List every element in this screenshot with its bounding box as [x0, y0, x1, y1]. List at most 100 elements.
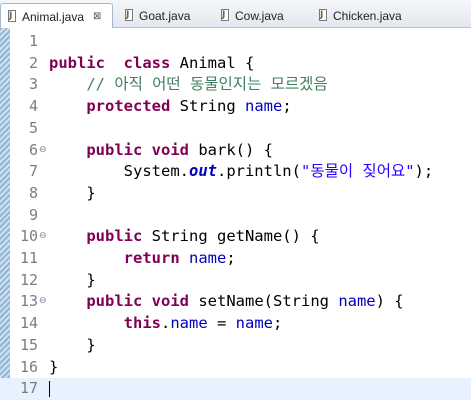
code-editor[interactable]: 1 2 public class Animal {3 // 아직 어떤 동물인지는 … [0, 28, 471, 409]
code-line[interactable]: 6 ⊖ public void bark() { [0, 140, 471, 162]
close-icon[interactable]: ⊠ [93, 11, 101, 22]
code-text: public class Animal { [49, 53, 254, 75]
code-token: name [244, 97, 283, 116]
line-number: 8 [28, 183, 38, 202]
code-text: public String getName() { [49, 226, 320, 248]
code-line[interactable]: 7 System.out.println("동물이 짖어요"); [0, 161, 471, 183]
code-line[interactable]: 16} [0, 357, 471, 379]
code-token: return [123, 249, 180, 267]
code-token: out [188, 162, 217, 181]
code-line[interactable]: 9 [0, 205, 471, 227]
code-token: String getName() { [142, 227, 320, 246]
code-text: } [49, 270, 96, 292]
code-line[interactable]: 1 [0, 31, 471, 53]
line-number: 1 [28, 32, 38, 50]
editor-tab-bar: J Animal.java ⊠ J Goat.java J Cow.java J… [0, 0, 471, 29]
code-token: . [160, 314, 171, 333]
fold-collapse-icon[interactable]: ⊖ [39, 291, 47, 313]
line-number: 16 [19, 357, 38, 376]
code-token: class [123, 53, 171, 72]
code-token: name [338, 292, 376, 311]
code-line[interactable]: 3 // 아직 어떤 동물인지는 모르겠음 [0, 74, 471, 96]
tab-label: Cow.java [235, 8, 284, 23]
code-token: ) { [375, 292, 404, 311]
code-token: setName(String [189, 292, 339, 311]
code-token: = [207, 314, 236, 333]
line-number: 2 [28, 53, 38, 72]
code-line[interactable]: 14 this.name = name; [0, 313, 471, 335]
line-number: 5 [28, 118, 38, 137]
code-token: } [49, 357, 59, 376]
code-token: public [49, 53, 105, 72]
line-number: 13 [19, 292, 38, 311]
line-number: 15 [19, 335, 38, 354]
text-caret [49, 381, 50, 398]
code-token: "동물이 짖어요" [300, 162, 415, 181]
code-token: name [235, 314, 273, 333]
line-number: 4 [28, 97, 38, 116]
code-token: ; [282, 97, 292, 116]
code-text: // 아직 어떤 동물인지는 모르겠음 [49, 74, 328, 96]
code-line[interactable]: 15 } [0, 335, 471, 357]
code-token: public [86, 140, 143, 159]
code-token: public [86, 292, 143, 311]
fold-collapse-icon[interactable]: ⊖ [39, 140, 47, 162]
code-token: // 아직 어떤 동물인지는 모르겠음 [86, 75, 328, 94]
code-token: String [170, 97, 245, 116]
code-token: name [189, 249, 227, 267]
line-number: 3 [28, 75, 38, 94]
code-token: name [170, 314, 208, 333]
code-token: } [49, 183, 96, 202]
code-line[interactable]: 17 [0, 378, 471, 400]
tab-animal-java[interactable]: J Animal.java ⊠ [0, 3, 113, 29]
line-number: 12 [19, 270, 38, 289]
line-number: 7 [28, 162, 38, 181]
code-line[interactable]: 5 [0, 118, 471, 140]
tab-chicken-java[interactable]: J Chicken.java [312, 3, 417, 28]
code-text: this.name = name; [49, 313, 283, 335]
java-file-icon: J [220, 9, 231, 22]
tab-label: Goat.java [139, 8, 191, 23]
tab-goat-java[interactable]: J Goat.java [118, 3, 210, 28]
code-line[interactable]: 11 return name; [0, 248, 471, 270]
code-token: this [123, 314, 161, 333]
tab-label: Animal.java [22, 9, 85, 24]
code-text: System.out.println("동물이 짖어요"); [49, 161, 434, 183]
line-number: 11 [19, 249, 38, 267]
code-line[interactable]: 12 } [0, 270, 471, 292]
java-file-icon: J [7, 10, 18, 23]
code-token: ; [272, 314, 283, 333]
line-number: 10 [19, 227, 38, 246]
code-text: } [49, 357, 58, 379]
code-text: protected String name; [49, 96, 292, 118]
code-line[interactable]: 4 protected String name; [0, 96, 471, 118]
tab-cow-java[interactable]: J Cow.java [214, 3, 306, 28]
code-text: return name; [49, 248, 236, 270]
code-token: System. [49, 162, 189, 181]
code-token: ; [226, 249, 236, 267]
code-token: } [49, 270, 96, 289]
fold-collapse-icon[interactable]: ⊖ [39, 226, 47, 248]
code-line[interactable]: 13 ⊖ public void setName(String name) { [0, 291, 471, 313]
code-line[interactable]: 2 public class Animal { [0, 53, 471, 75]
code-token: Animal { [170, 53, 255, 72]
code-token: .println( [216, 162, 301, 181]
code-token: protected [86, 97, 171, 116]
code-text: public void bark() { [49, 140, 273, 162]
code-token: void [151, 140, 189, 159]
code-line[interactable]: 10 ⊖ public String getName() { [0, 226, 471, 248]
java-file-icon: J [124, 9, 135, 22]
line-number: 6 [28, 140, 38, 159]
code-line[interactable]: 8 } [0, 183, 471, 205]
line-number: 9 [28, 205, 38, 224]
